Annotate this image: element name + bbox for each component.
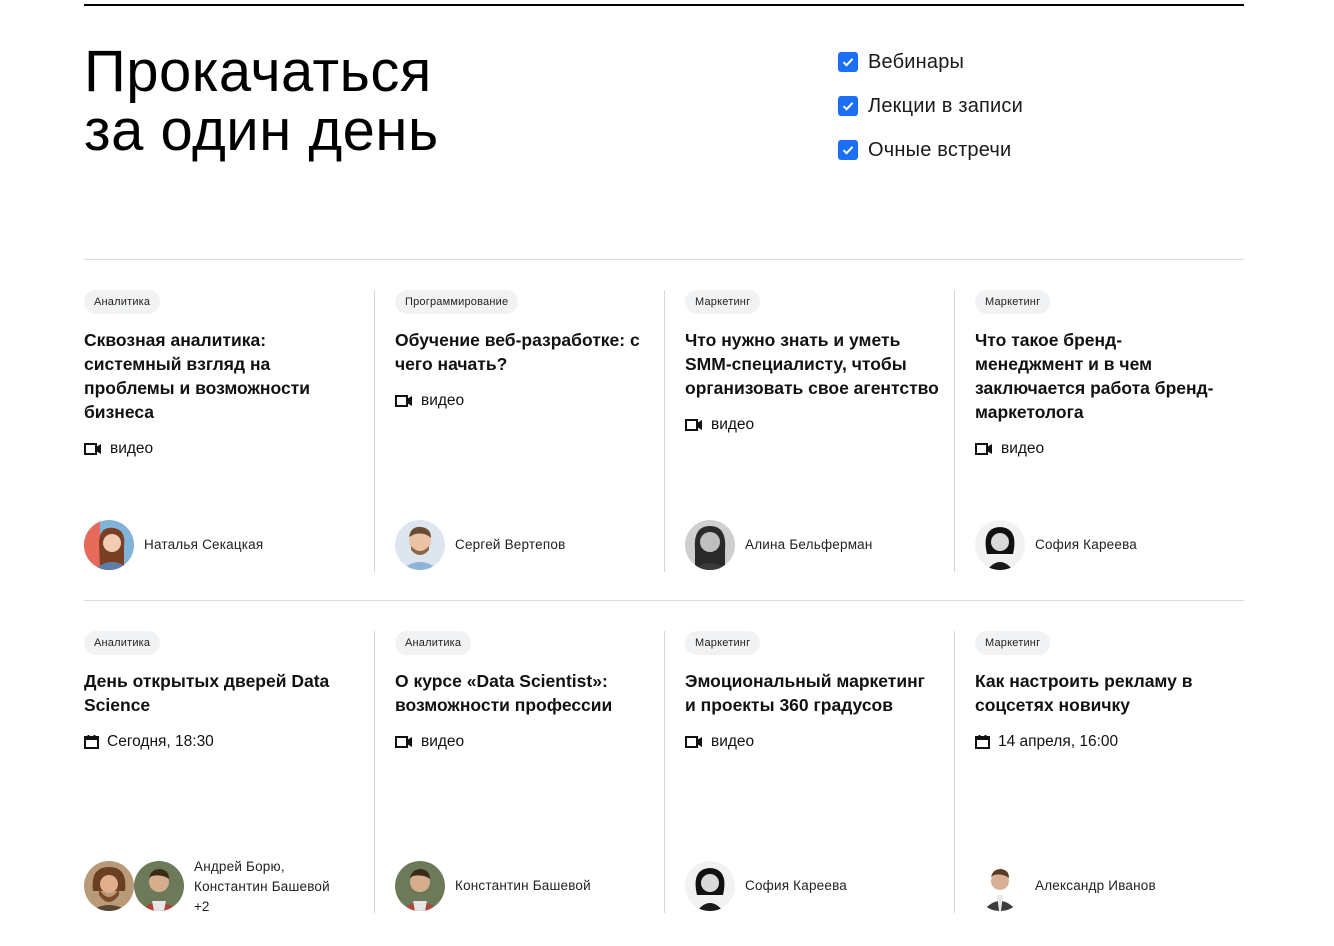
speaker-name: Наталья Секацкая xyxy=(144,537,264,552)
filter-label: Очные встречи xyxy=(868,138,1012,161)
speaker-name: Александр Иванов xyxy=(1035,878,1156,893)
avatar xyxy=(395,861,445,911)
calendar-icon xyxy=(84,735,99,749)
page-title: Прокачаться за один день xyxy=(84,39,439,163)
event-card[interactable]: Аналитика О курсе «Data Scientist»: возм… xyxy=(374,631,664,913)
speaker[interactable]: Сергей Вертепов xyxy=(395,520,565,570)
avatar xyxy=(134,861,184,911)
avatar xyxy=(84,520,134,570)
event-card[interactable]: Программирование Обучение веб-разработке… xyxy=(374,290,664,572)
category-tag[interactable]: Программирование xyxy=(395,290,519,314)
avatar xyxy=(685,861,735,911)
avatar xyxy=(975,520,1025,570)
avatar xyxy=(975,861,1025,911)
video-icon xyxy=(84,443,101,455)
event-card[interactable]: Маркетинг Что нужно знать и уметь SMM-сп… xyxy=(664,290,954,572)
event-date-label: 14 апреля, 16:00 xyxy=(998,733,1119,750)
event-format: видео xyxy=(975,440,1244,458)
event-format-label: видео xyxy=(421,392,465,409)
event-title[interactable]: День открытых дверей Data Science xyxy=(84,669,339,717)
avatar xyxy=(84,861,134,911)
event-date-label: Сегодня, 18:30 xyxy=(107,733,214,750)
category-tag[interactable]: Аналитика xyxy=(84,290,161,314)
speaker[interactable]: София Кареева xyxy=(975,520,1137,570)
event-format-label: видео xyxy=(711,733,755,750)
filter-webinars[interactable]: Вебинары xyxy=(838,40,1023,84)
category-tag[interactable]: Маркетинг xyxy=(685,290,761,314)
event-title[interactable]: Обучение веб-разработке: с чего начать? xyxy=(395,328,650,376)
event-format: видео xyxy=(685,733,954,751)
event-format: видео xyxy=(84,440,374,458)
speaker[interactable]: Александр Иванов xyxy=(975,861,1156,911)
avatar xyxy=(685,520,735,570)
video-icon xyxy=(395,395,412,407)
event-card[interactable]: Маркетинг Что такое бренд-менеджмент и в… xyxy=(954,290,1244,572)
event-title[interactable]: Сквозная аналитика: системный взгляд на … xyxy=(84,328,339,424)
event-format: видео xyxy=(395,392,664,410)
category-tag[interactable]: Аналитика xyxy=(395,631,472,655)
speaker[interactable]: София Кареева xyxy=(685,861,847,911)
calendar-icon xyxy=(975,735,990,749)
event-card[interactable]: Аналитика Сквозная аналитика: системный … xyxy=(84,290,374,572)
speaker-name: София Кареева xyxy=(745,878,847,893)
category-tag[interactable]: Маркетинг xyxy=(975,631,1051,655)
event-format-label: видео xyxy=(711,416,755,433)
speaker-name: Андрей Борю, Константин Башевой xyxy=(194,859,330,894)
avatar xyxy=(395,520,445,570)
event-format-label: видео xyxy=(421,733,465,750)
checkbox-checked-icon[interactable] xyxy=(838,96,858,116)
event-format-label: видео xyxy=(1001,440,1045,457)
checkbox-checked-icon[interactable] xyxy=(838,140,858,160)
speaker[interactable]: Наталья Секацкая xyxy=(84,520,263,570)
speaker-name: Алина Бельферман xyxy=(745,537,873,552)
video-icon xyxy=(685,419,702,431)
filter-label: Вебинары xyxy=(868,50,965,73)
video-icon xyxy=(975,443,992,455)
top-divider xyxy=(84,4,1244,6)
event-title[interactable]: Эмоциональный маркетинг и проекты 360 гр… xyxy=(685,669,940,717)
event-card[interactable]: Маркетинг Эмоциональный маркетинг и прое… xyxy=(664,631,954,913)
speaker-name: Сергей Вертепов xyxy=(455,537,566,552)
row-divider xyxy=(84,600,1244,601)
category-tag[interactable]: Маркетинг xyxy=(685,631,761,655)
speaker-names: Андрей Борю, Константин Башевой +2 xyxy=(194,857,330,917)
event-format-label: видео xyxy=(110,440,154,457)
event-card[interactable]: Аналитика День открытых дверей Data Scie… xyxy=(84,631,374,914)
speaker-extra-count: +2 xyxy=(194,899,210,914)
filter-offline-meetings[interactable]: Очные встречи xyxy=(838,128,1023,172)
filter-label: Лекции в записи xyxy=(868,94,1024,117)
row-divider xyxy=(84,259,1244,260)
event-card[interactable]: Маркетинг Как настроить рекламу в соцсет… xyxy=(954,631,1244,913)
category-tag[interactable]: Маркетинг xyxy=(975,290,1051,314)
speakers[interactable]: Андрей Борю, Константин Башевой +2 xyxy=(84,859,330,917)
event-title[interactable]: Что такое бренд-менеджмент и в чем заклю… xyxy=(975,328,1230,424)
speaker[interactable]: Алина Бельферман xyxy=(685,520,873,570)
event-title[interactable]: Как настроить рекламу в соцсетях новичку xyxy=(975,669,1230,717)
event-date: Сегодня, 18:30 xyxy=(84,733,374,751)
event-format: видео xyxy=(395,733,664,751)
events-row: Аналитика День открытых дверей Data Scie… xyxy=(84,631,1244,914)
video-icon xyxy=(395,736,412,748)
event-date: 14 апреля, 16:00 xyxy=(975,733,1244,751)
events-row: Аналитика Сквозная аналитика: системный … xyxy=(84,290,1244,572)
filter-recorded-lectures[interactable]: Лекции в записи xyxy=(838,84,1023,128)
event-format: видео xyxy=(685,416,954,434)
speaker[interactable]: Константин Башевой xyxy=(395,861,591,911)
event-title[interactable]: Что нужно знать и уметь SMM-специалисту,… xyxy=(685,328,940,400)
checkbox-checked-icon[interactable] xyxy=(838,52,858,72)
speaker-name: София Кареева xyxy=(1035,537,1137,552)
video-icon xyxy=(685,736,702,748)
speaker-name: Константин Башевой xyxy=(455,878,591,893)
category-tag[interactable]: Аналитика xyxy=(84,631,161,655)
event-title[interactable]: О курсе «Data Scientist»: возможности пр… xyxy=(395,669,650,717)
format-filters: Вебинары Лекции в записи Очные встречи xyxy=(838,40,1023,172)
